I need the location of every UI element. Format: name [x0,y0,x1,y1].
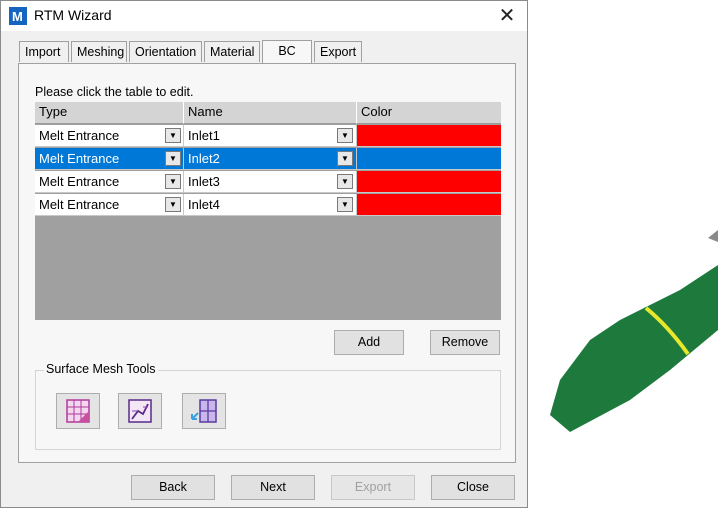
table-row[interactable]: Melt Entrance ▼ Inlet2 ▼ [35,148,501,170]
name-value: Inlet4 [188,197,220,212]
tab-meshing[interactable]: Meshing [71,41,127,62]
type-value: Melt Entrance [39,151,120,166]
type-cell[interactable]: Melt Entrance ▼ [35,148,184,170]
mesh-split-tool-button[interactable] [182,393,226,429]
dropdown-arrow-icon[interactable]: ▼ [165,128,181,143]
name-value: Inlet2 [188,151,220,166]
window-title: RTM Wizard [34,7,112,23]
export-button[interactable]: Export [331,475,415,500]
rtm-wizard-dialog: M RTM Wizard ✕ Import Meshing Orientatio… [0,0,528,508]
app-logo-icon: M [9,7,27,25]
name-value: Inlet1 [188,128,220,143]
dropdown-arrow-icon[interactable]: ▼ [165,151,181,166]
mesh-edit-icon [128,399,152,423]
color-swatch[interactable] [357,194,501,216]
table-row[interactable]: Melt Entrance ▼ Inlet1 ▼ [35,125,501,147]
color-swatch[interactable] [357,148,501,170]
back-button[interactable]: Back [131,475,215,500]
name-cell[interactable]: Inlet4 ▼ [184,194,357,216]
tab-orientation[interactable]: Orientation [129,41,202,62]
surface-mesh-tools-group: Surface Mesh Tools [35,362,501,450]
dropdown-arrow-icon[interactable]: ▼ [165,174,181,189]
dropdown-arrow-icon[interactable]: ▼ [165,197,181,212]
close-window-button[interactable]: ✕ [487,1,527,31]
name-value: Inlet3 [188,174,220,189]
column-header-name[interactable]: Name [184,102,357,124]
name-cell[interactable]: Inlet2 ▼ [184,148,357,170]
type-cell[interactable]: Melt Entrance ▼ [35,171,184,193]
mesh-3d-icon [66,399,90,423]
mesh-3d-tool-button[interactable] [56,393,100,429]
table-row[interactable]: Melt Entrance ▼ Inlet3 ▼ [35,171,501,193]
next-button[interactable]: Next [231,475,315,500]
tab-import[interactable]: Import [19,41,69,62]
table-instruction: Please click the table to edit. [35,85,194,99]
tab-bc[interactable]: BC [262,40,312,63]
add-button[interactable]: Add [334,330,404,355]
bc-table[interactable]: Type Name Color Melt Entrance ▼ Inlet1 ▼ M… [35,102,501,320]
remove-button[interactable]: Remove [430,330,500,355]
column-header-type[interactable]: Type [35,102,184,124]
green-part-model[interactable] [550,230,718,440]
dropdown-arrow-icon[interactable]: ▼ [337,151,353,166]
type-cell[interactable]: Melt Entrance ▼ [35,125,184,147]
dropdown-arrow-icon[interactable]: ▼ [337,128,353,143]
dropdown-arrow-icon[interactable]: ▼ [337,174,353,189]
bc-panel: Please click the table to edit. Type Nam… [18,63,516,463]
title-bar: M RTM Wizard ✕ [1,1,527,31]
column-header-color[interactable]: Color [357,102,501,124]
type-value: Melt Entrance [39,174,120,189]
mesh-edit-tool-button[interactable] [118,393,162,429]
color-swatch[interactable] [357,171,501,193]
type-value: Melt Entrance [39,197,120,212]
type-value: Melt Entrance [39,128,120,143]
tab-material[interactable]: Material [204,41,260,62]
svg-text:M: M [12,9,23,24]
dropdown-arrow-icon[interactable]: ▼ [337,197,353,212]
name-cell[interactable]: Inlet3 ▼ [184,171,357,193]
mesh-split-icon [191,399,217,423]
close-button[interactable]: Close [431,475,515,500]
table-row[interactable]: Melt Entrance ▼ Inlet4 ▼ [35,194,501,216]
color-swatch[interactable] [357,125,501,147]
tab-export[interactable]: Export [314,41,362,62]
surface-mesh-tools-label: Surface Mesh Tools [44,362,158,376]
type-cell[interactable]: Melt Entrance ▼ [35,194,184,216]
name-cell[interactable]: Inlet1 ▼ [184,125,357,147]
